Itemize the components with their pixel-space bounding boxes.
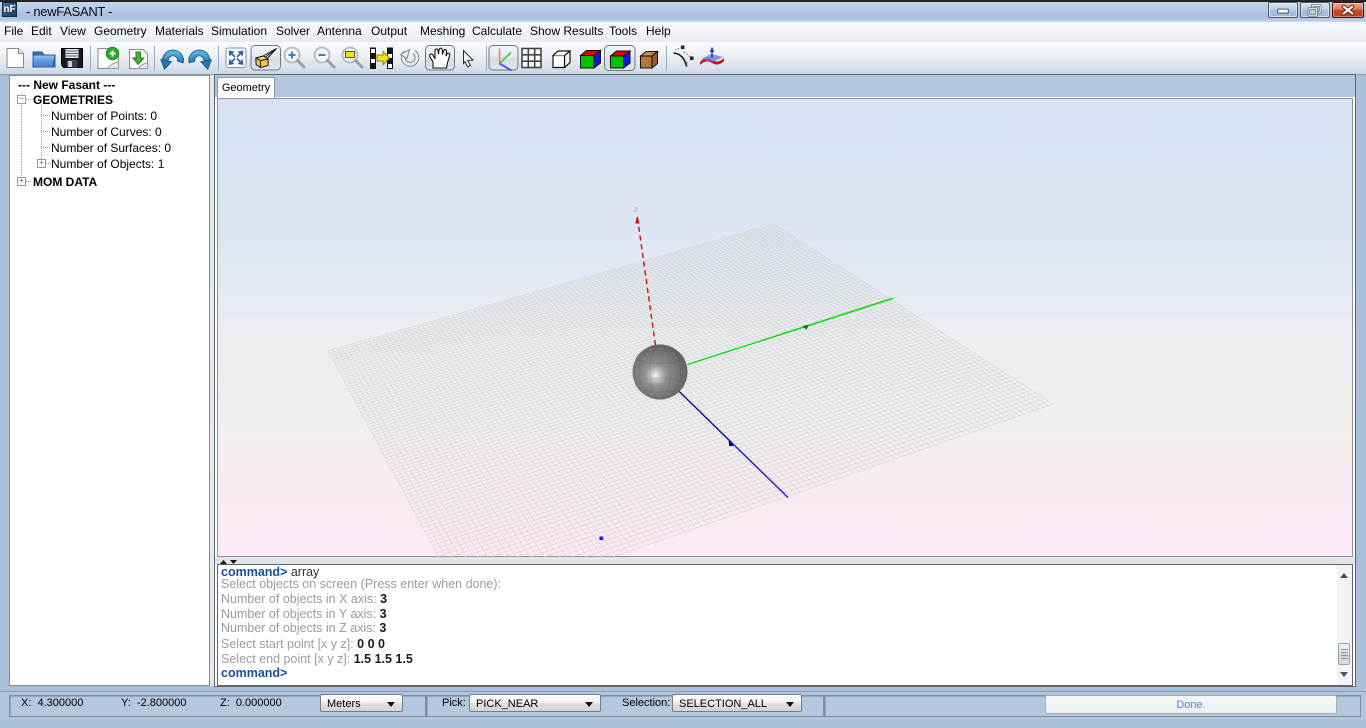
svg-text:z: z bbox=[634, 204, 638, 214]
svg-text:y: y bbox=[807, 315, 811, 324]
